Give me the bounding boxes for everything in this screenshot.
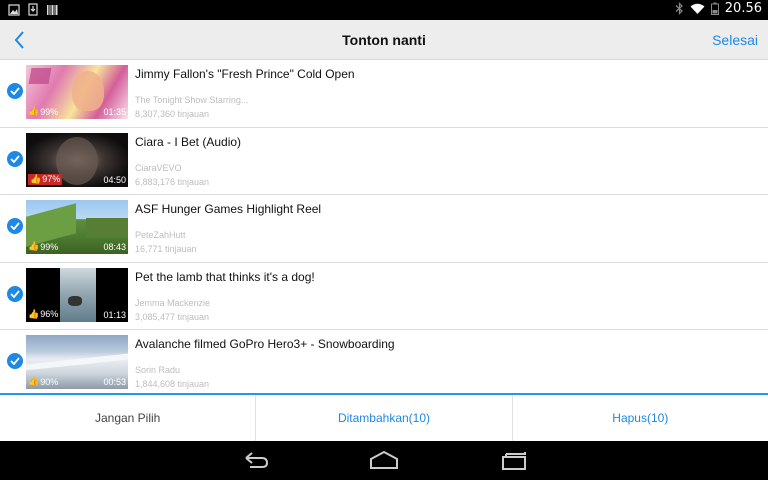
checkmark-icon[interactable] <box>7 83 23 99</box>
list-item[interactable]: 👍 90% 00:53 Avalanche filmed GoPro Hero3+… <box>0 330 768 398</box>
video-thumbnail[interactable]: 👍 99% 01:35 <box>26 65 128 119</box>
channel-name: Sorin Radu <box>135 365 181 376</box>
back-icon[interactable] <box>240 449 270 471</box>
clock: 20.56 <box>724 1 762 16</box>
channel-name: Jemma Mackenzie <box>135 297 211 308</box>
download-icon <box>28 3 38 16</box>
list-item[interactable]: 👍 97% 04:50 Ciara - I Bet (Audio) CiaraVE… <box>0 128 768 196</box>
video-thumbnail[interactable]: 👍 96% 01:13 <box>26 267 128 322</box>
rating-badge: 👍 96% <box>28 308 59 320</box>
list-item[interactable]: 👍 99% 08:43 ASF Hunger Games Highlight Re… <box>0 195 768 263</box>
video-title: Pet the lamb that thinks it's a dog! <box>135 269 315 284</box>
added-button[interactable]: Ditambahkan(10) <box>256 395 513 441</box>
rating-badge: 👍 97% <box>28 173 63 185</box>
watch-later-list: 👍 99% 01:35 Jimmy Fallon's "Fresh Prince"… <box>0 60 768 398</box>
thumbs-up-icon: 👍 <box>28 376 40 387</box>
checkmark-icon[interactable] <box>7 150 23 167</box>
video-thumbnail[interactable]: 👍 97% 04:50 <box>26 132 128 187</box>
checkmark-icon[interactable] <box>7 353 23 370</box>
view-count: 8,307,360 tinjauan <box>135 109 210 119</box>
thumbs-up-icon: 👍 <box>28 308 40 319</box>
thumbs-up-icon: 👍 <box>28 106 40 116</box>
checkmark-icon[interactable] <box>7 218 23 235</box>
navigation-bar <box>0 441 768 480</box>
video-thumbnail[interactable]: 👍 99% 08:43 <box>26 200 128 255</box>
barcode-icon <box>47 4 58 15</box>
channel-name: The Tonight Show Starring... <box>135 95 249 105</box>
delete-button[interactable]: Hapus(10) <box>513 395 768 441</box>
duration-badge: 00:53 <box>103 377 126 388</box>
status-bar: 20.56 <box>0 0 768 20</box>
bulk-action-bar: Jangan Pilih Ditambahkan(10) Hapus(10) <box>0 393 768 441</box>
checkmark-icon[interactable] <box>7 285 23 302</box>
video-title: ASF Hunger Games Highlight Reel <box>135 202 322 217</box>
duration-badge: 01:35 <box>103 107 126 117</box>
thumbs-up-icon: 👍 <box>28 241 40 252</box>
recent-apps-icon[interactable] <box>499 449 529 471</box>
notification-icons <box>8 3 58 16</box>
duration-badge: 04:50 <box>103 174 126 185</box>
battery-icon <box>710 2 719 15</box>
view-count: 3,085,477 tinjauan <box>135 311 210 322</box>
rating-badge: 👍 99% <box>28 241 59 252</box>
view-count: 6,883,176 tinjauan <box>135 176 210 187</box>
done-button[interactable]: Selesai <box>712 32 758 48</box>
list-item[interactable]: 👍 96% 01:13 Pet the lamb that thinks it's… <box>0 263 768 331</box>
view-count: 1,844,608 tinjauan <box>135 379 210 390</box>
rating-badge: 👍 90% <box>28 376 59 387</box>
rating-badge: 👍 99% <box>28 106 59 117</box>
video-title: Ciara - I Bet (Audio) <box>135 134 242 149</box>
duration-badge: 08:43 <box>103 242 126 253</box>
video-thumbnail[interactable]: 👍 90% 00:53 <box>26 335 128 390</box>
deselect-button[interactable]: Jangan Pilih <box>0 395 257 441</box>
video-title: Jimmy Fallon's "Fresh Prince" Cold Open <box>135 67 355 81</box>
bluetooth-icon <box>675 2 683 15</box>
page-title: Tonton nanti <box>342 32 426 48</box>
home-icon[interactable] <box>369 449 399 471</box>
thumbs-up-icon: 👍 <box>30 173 42 184</box>
wifi-icon <box>690 3 705 14</box>
duration-badge: 01:13 <box>103 309 126 320</box>
action-bar: Tonton nanti Selesai <box>0 20 768 60</box>
list-item[interactable]: 👍 99% 01:35 Jimmy Fallon's "Fresh Prince"… <box>0 60 768 128</box>
image-icon <box>8 3 20 16</box>
video-title: Avalanche filmed GoPro Hero3+ - Snowboar… <box>135 337 395 352</box>
view-count: 16,771 tinjauan <box>135 244 197 255</box>
system-icons: 20.56 <box>675 1 762 16</box>
channel-name: CiaraVEVO <box>135 162 182 173</box>
channel-name: PeteZahHutt <box>135 230 186 241</box>
